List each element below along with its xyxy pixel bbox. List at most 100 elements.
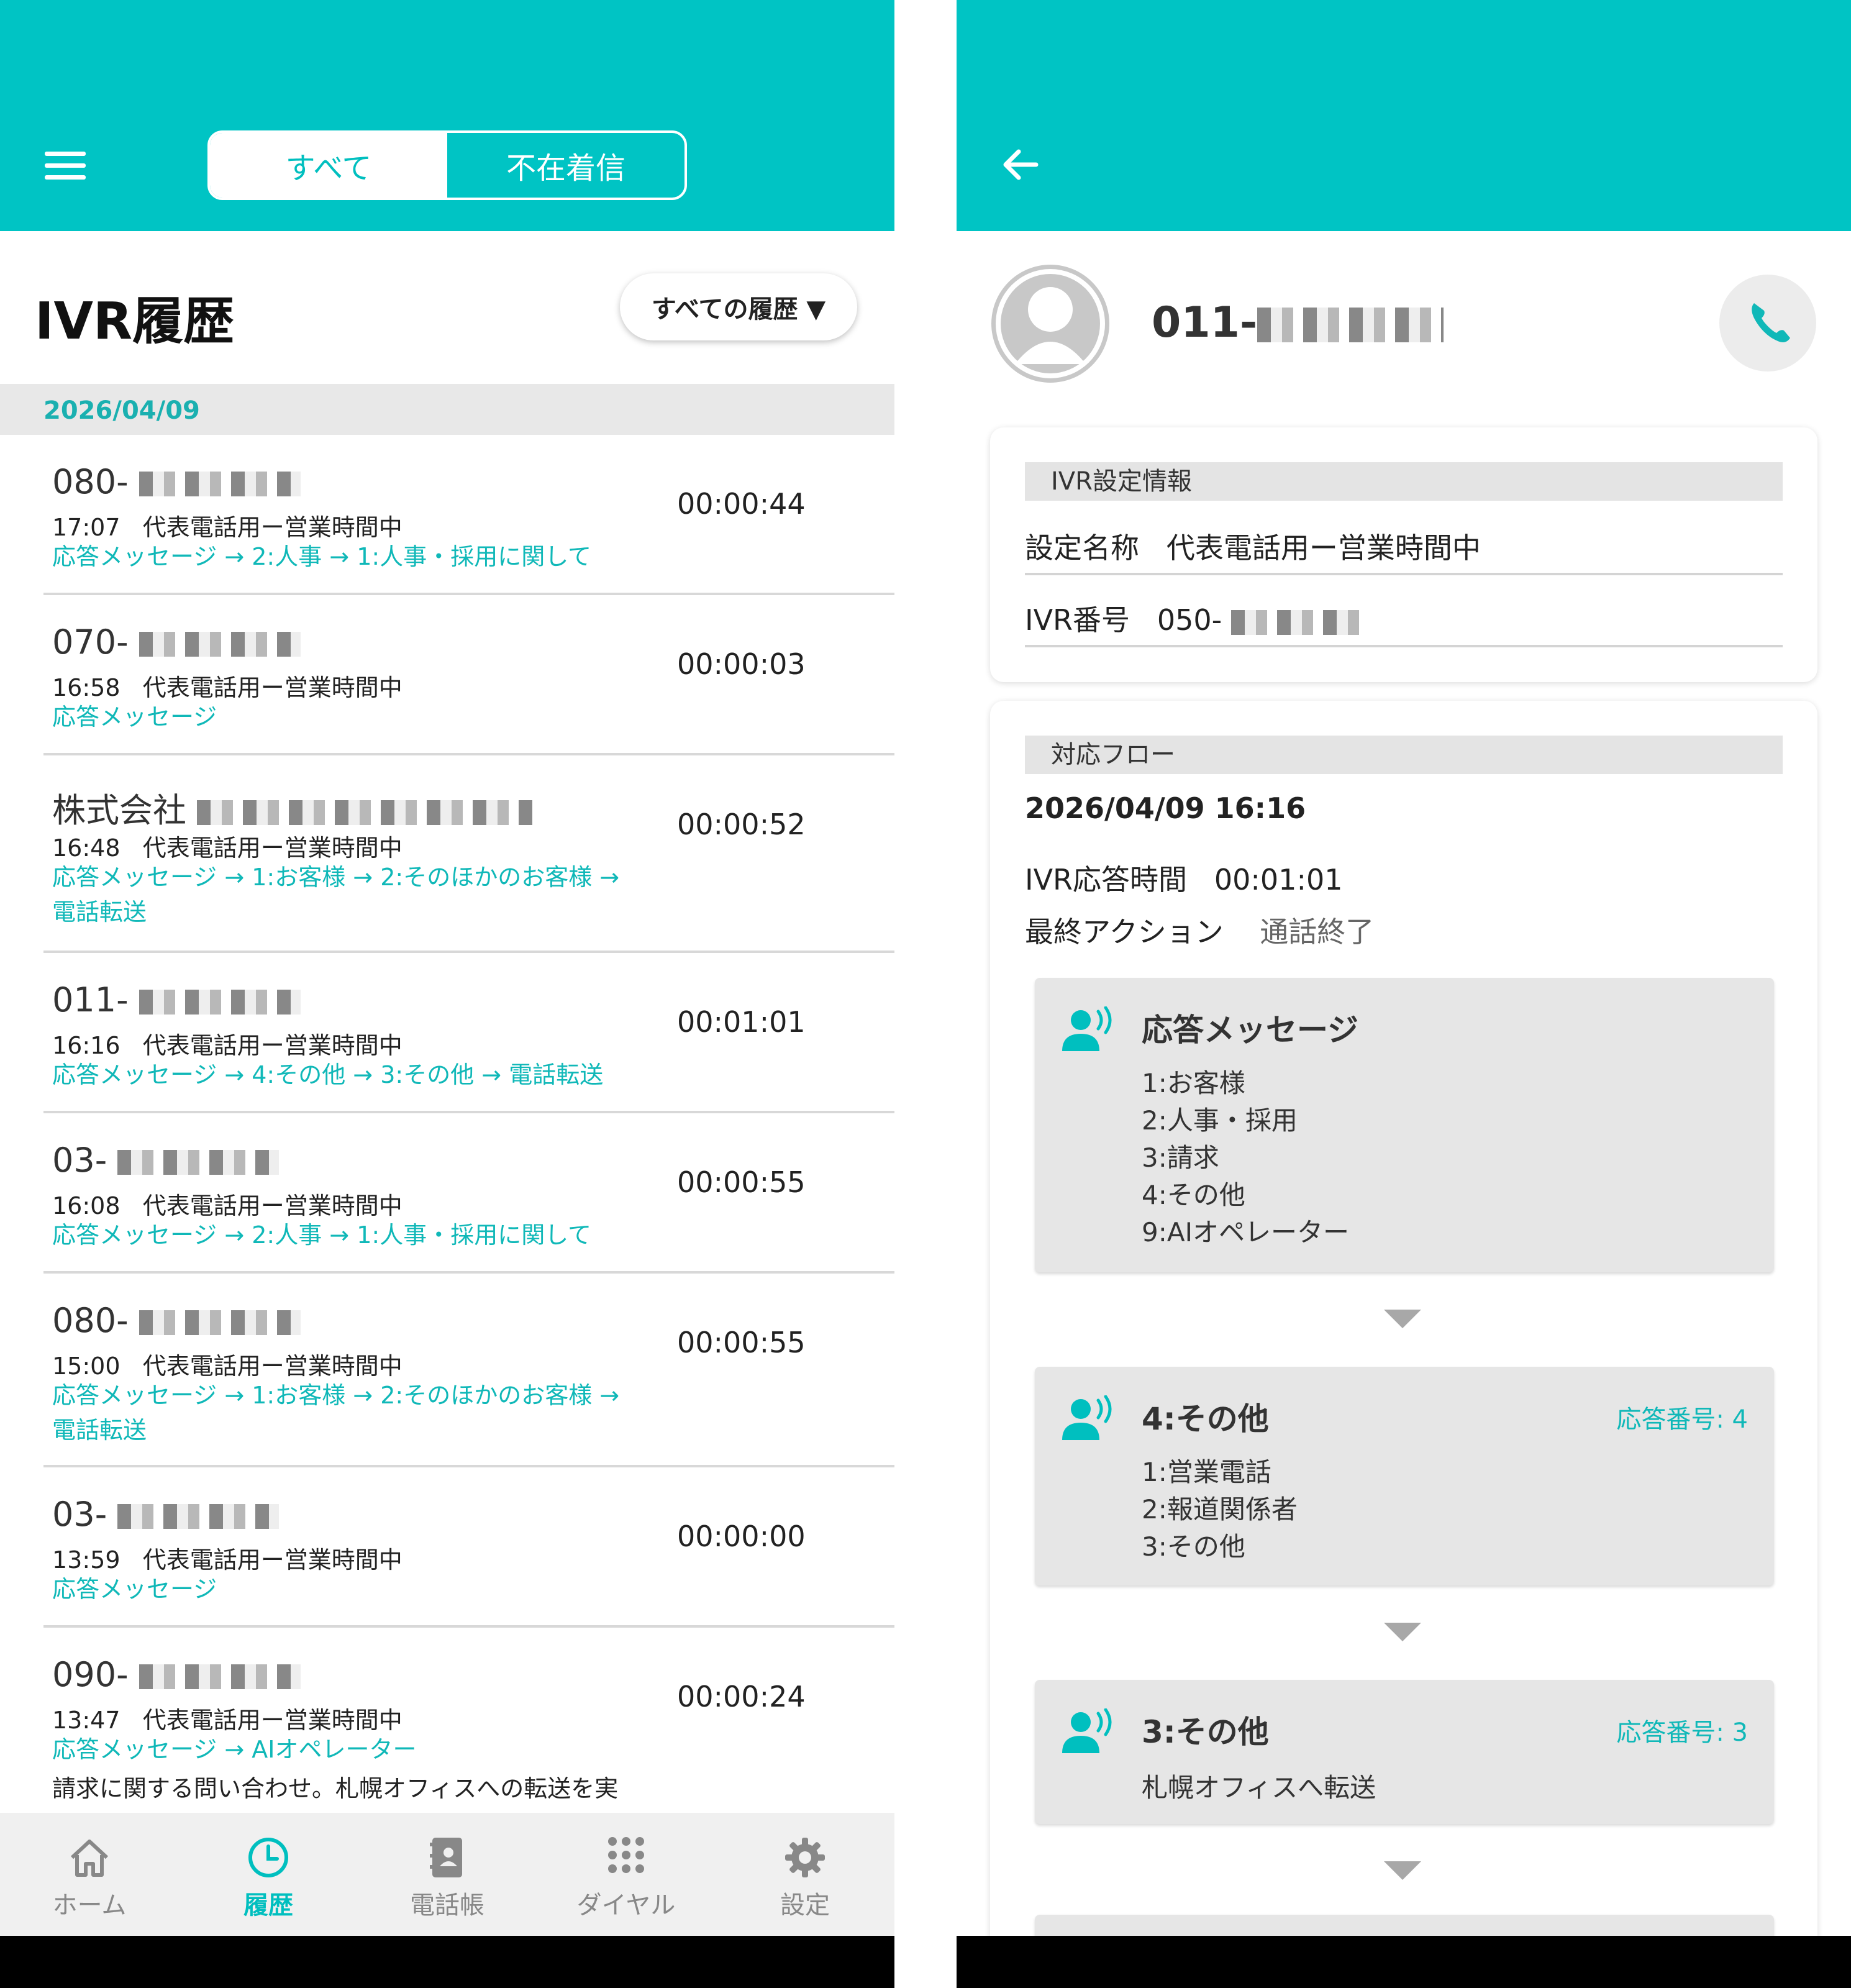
flow-path: 応答メッセージ → 1:お客様 → 2:そのほかのお客様 → 電話転送	[52, 864, 620, 926]
history-row[interactable]: 080- 17:07 代表電話用ー営業時間中 応答メッセージ → 2:人事 → …	[43, 435, 894, 595]
flow-option: 1:お客様	[1142, 1068, 1245, 1098]
flow-path: 応答メッセージ → AIオペレーター	[52, 1736, 417, 1763]
flow-path: 応答メッセージ → 2:人事 → 1:人事・採用に関して	[52, 543, 592, 570]
page-title: IVR履歴	[35, 292, 235, 351]
ivr-number-value: 050-	[1157, 603, 1222, 637]
avatar	[991, 265, 1109, 383]
flow-path: 応答メッセージ → 1:お客様 → 2:そのほかのお客様 → 電話転送	[52, 1382, 620, 1444]
tab-all[interactable]: すべて	[210, 133, 447, 198]
screen-divider	[894, 0, 957, 1988]
call-duration: 00:00:55	[677, 1326, 806, 1359]
history-row[interactable]: 080- 15:00 代表電話用ー営業時間中 応答メッセージ → 1:お客様 →…	[43, 1274, 894, 1467]
flow-card: 対応フロー 2026/04/09 16:16 IVR応答時間 00:01:01 …	[990, 701, 1817, 1988]
nav-phonebook[interactable]: 電話帳	[358, 1813, 537, 1936]
history-row[interactable]: 090- 13:47 代表電話用ー営業時間中 応答メッセージ → AIオペレータ…	[43, 1628, 894, 1814]
nav-history[interactable]: 履歴	[179, 1813, 358, 1936]
history-row[interactable]: 070- 16:58 代表電話用ー営業時間中 応答メッセージ 00:00:03	[43, 595, 894, 755]
flow-step-title: 応答メッセージ	[1142, 1012, 1358, 1048]
flow-arrow-icon	[1384, 1623, 1421, 1641]
ai-summary-text: 請求に関する問い合わせ。札幌オフィスへの転送を実	[52, 1775, 619, 1802]
tab-missed[interactable]: 不在着信	[447, 133, 684, 198]
history-row[interactable]: 03- 16:08 代表電話用ー営業時間中 応答メッセージ → 2:人事 → 1…	[43, 1113, 894, 1274]
response-number: 応答番号: 3	[1616, 1718, 1748, 1747]
masked-number	[1230, 609, 1362, 635]
date-group-label: 2026/04/09	[43, 396, 200, 425]
flow-datetime: 2026/04/09 16:16	[1025, 791, 1306, 825]
history-clock-icon	[245, 1834, 292, 1881]
history-row[interactable]: 株式会社 16:48 代表電話用ー営業時間中 応答メッセージ → 1:お客様 →…	[43, 755, 894, 953]
voice-message-icon	[1060, 1708, 1116, 1756]
call-detail-screen: 011- IVR設定情報 設定名称 代表電話用ー営業時間中 IVR番号 050-…	[957, 0, 1851, 1988]
phonebook-icon	[424, 1834, 471, 1881]
nav-dialpad-label: ダイヤル	[576, 1891, 676, 1920]
call-duration: 00:01:01	[677, 1005, 806, 1039]
ivr-setting-name: 代表電話用ー営業時間中	[142, 514, 402, 541]
ivr-setting-name: 代表電話用ー営業時間中	[142, 1707, 402, 1734]
caller-number: 011-	[52, 980, 129, 1019]
caller-number-header: 011-	[1152, 298, 1444, 347]
flow-path: 応答メッセージ → 2:人事 → 1:人事・採用に関して	[52, 1221, 592, 1249]
setting-name-label: 設定名称	[1025, 531, 1139, 565]
flow-arrow-icon	[1384, 1861, 1421, 1880]
section-header-ivr-settings: IVR設定情報	[1025, 462, 1783, 501]
response-time-label: IVR応答時間	[1025, 863, 1187, 896]
bottom-navigation: ホーム 履歴 電話帳 ダイヤル 設定	[0, 1813, 894, 1936]
call-time: 16:16	[52, 1032, 121, 1059]
ivr-setting-name: 代表電話用ー営業時間中	[142, 1546, 402, 1574]
gear-icon	[781, 1834, 829, 1881]
flow-step: 3:その他 応答番号: 3 札幌オフィスへ転送	[1035, 1680, 1774, 1824]
caller-number: 03-	[52, 1495, 107, 1534]
response-number: 応答番号: 4	[1616, 1405, 1748, 1434]
flow-path: 応答メッセージ	[52, 703, 217, 731]
history-row[interactable]: 011- 16:16 代表電話用ー営業時間中 応答メッセージ → 4:その他 →…	[43, 953, 894, 1113]
call-button[interactable]	[1719, 275, 1816, 372]
ivr-setting-name: 代表電話用ー営業時間中	[142, 1032, 402, 1059]
call-duration: 00:00:24	[677, 1680, 806, 1713]
divider	[1025, 573, 1783, 575]
section-header-flow: 対応フロー	[1025, 736, 1783, 774]
voice-message-icon	[1060, 1395, 1116, 1443]
ivr-settings-card: IVR設定情報 設定名称 代表電話用ー営業時間中 IVR番号 050-	[990, 427, 1817, 682]
nav-home-label: ホーム	[52, 1891, 127, 1920]
nav-settings[interactable]: 設定	[716, 1813, 894, 1936]
caller-number: 070-	[52, 622, 129, 662]
flow-option: 4:その他	[1142, 1180, 1245, 1210]
call-time: 15:00	[52, 1352, 121, 1380]
ivr-setting-name: 代表電話用ー営業時間中	[142, 674, 402, 701]
back-arrow-icon[interactable]	[998, 142, 1044, 188]
nav-home[interactable]: ホーム	[0, 1813, 179, 1936]
caller-number: 090-	[52, 1655, 129, 1694]
call-time: 17:07	[52, 514, 121, 541]
masked-number	[117, 1150, 280, 1175]
phone-icon	[1752, 303, 1790, 342]
nav-dialpad[interactable]: ダイヤル	[537, 1813, 716, 1936]
masked-number	[139, 632, 301, 657]
masked-number	[117, 1504, 280, 1530]
flow-step-title: 3:その他	[1142, 1714, 1269, 1750]
dialpad-icon	[603, 1834, 650, 1881]
masked-number	[197, 800, 533, 826]
caller-number: 080-	[52, 462, 129, 501]
menu-icon[interactable]	[45, 152, 86, 180]
caller-number: 03-	[52, 1141, 107, 1180]
nav-phonebook-label: 電話帳	[410, 1891, 484, 1920]
date-group-header: 2026/04/09	[0, 384, 894, 435]
flow-step: 4:その他 応答番号: 4 1:営業電話 2:報道関係者 3:その他	[1035, 1367, 1774, 1585]
history-row[interactable]: 03- 13:59 代表電話用ー営業時間中 応答メッセージ 00:00:00	[43, 1467, 894, 1628]
call-time: 13:47	[52, 1707, 121, 1734]
ivr-setting-name: 代表電話用ー営業時間中	[142, 834, 402, 862]
setting-name-value: 代表電話用ー営業時間中	[1166, 531, 1481, 565]
ivr-setting-name: 代表電話用ー営業時間中	[142, 1352, 402, 1380]
call-time: 16:08	[52, 1192, 121, 1220]
flow-step: 応答メッセージ 1:お客様 2:人事・採用 3:請求 4:その他 9:AIオペレ…	[1035, 978, 1774, 1272]
flow-path: 応答メッセージ	[52, 1575, 217, 1603]
masked-number	[139, 990, 301, 1015]
ivr-setting-name: 代表電話用ー営業時間中	[142, 1192, 402, 1220]
masked-number	[139, 1664, 301, 1690]
call-duration: 00:00:52	[677, 808, 806, 841]
flow-arrow-icon	[1384, 1310, 1421, 1328]
flow-step-title: 4:その他	[1142, 1401, 1269, 1437]
history-filter-dropdown[interactable]: すべての履歴 ▼	[620, 273, 857, 340]
final-action-label: 最終アクション	[1025, 915, 1224, 949]
flow-option: 9:AIオペレーター	[1142, 1217, 1349, 1247]
